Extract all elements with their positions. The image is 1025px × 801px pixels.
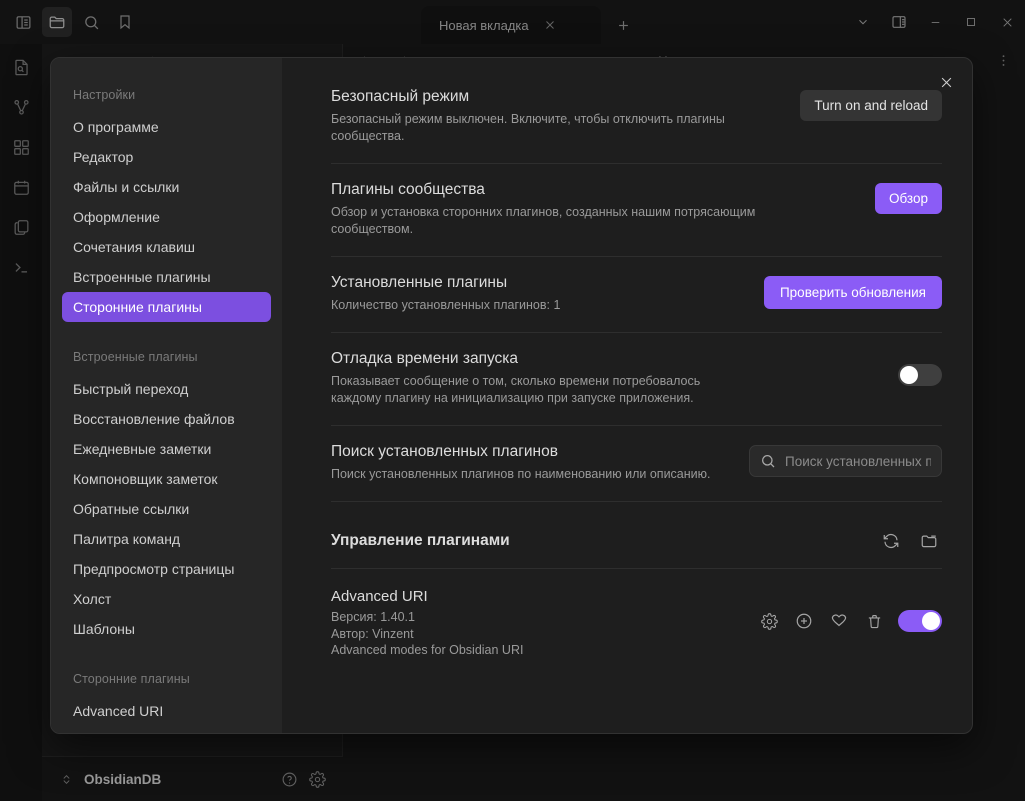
plugin-version: Версия: 1.40.1 — [331, 610, 415, 624]
settings-sidebar: Настройки О программе Редактор Файлы и с… — [51, 58, 282, 733]
open-folder-icon[interactable] — [916, 528, 942, 554]
toggle-knob — [922, 612, 940, 630]
sidebar-item-core-plugins[interactable]: Встроенные плагины — [62, 262, 271, 292]
plugin-enabled-toggle[interactable] — [898, 610, 942, 632]
sidebar-item-command-palette[interactable]: Палитра команд — [62, 524, 271, 554]
setting-search-installed: Поиск установленных плагинов Поиск устан… — [331, 426, 942, 502]
plugin-name: Advanced URI — [331, 588, 428, 605]
modal-close-icon[interactable] — [932, 68, 960, 96]
group-title: Встроенные плагины — [73, 350, 198, 364]
settings-group-core-plugins: Встроенные плагины Быстрый переход Восст… — [51, 322, 282, 644]
setting-name: Плагины сообщества — [331, 181, 485, 198]
settings-group-third-party: Сторонние плагины Advanced URI — [51, 644, 282, 726]
group-title: Сторонние плагины — [73, 672, 190, 686]
sidebar-item-page-preview[interactable]: Предпросмотр страницы — [62, 554, 271, 584]
sidebar-item-backlinks[interactable]: Обратные ссылки — [62, 494, 271, 524]
sidebar-item-appearance[interactable]: Оформление — [62, 202, 271, 232]
sidebar-item-file-recovery[interactable]: Восстановление файлов — [62, 404, 271, 434]
settings-modal: Настройки О программе Редактор Файлы и с… — [50, 57, 973, 734]
startup-debug-toggle[interactable] — [898, 364, 942, 386]
setting-description: Обзор и установка сторонних плагинов, со… — [331, 205, 756, 236]
gear-icon[interactable] — [758, 610, 780, 632]
group-title: Настройки — [73, 88, 136, 102]
section-title: Управление плагинами — [331, 532, 510, 549]
sidebar-item-files-links[interactable]: Файлы и ссылки — [62, 172, 271, 202]
sidebar-item-community-plugins[interactable]: Сторонние плагины — [62, 292, 271, 322]
sidebar-item-about[interactable]: О программе — [62, 112, 271, 142]
settings-content: Безопасный режим Безопасный режим выключ… — [282, 58, 972, 733]
sidebar-item-hotkeys[interactable]: Сочетания клавиш — [62, 232, 271, 262]
toggle-knob — [900, 366, 918, 384]
setting-description: Показывает сообщение о том, сколько врем… — [331, 374, 701, 405]
plugin-description: Advanced modes for Obsidian URI — [331, 643, 524, 657]
heart-icon[interactable] — [828, 610, 850, 632]
setting-name: Поиск установленных плагинов — [331, 443, 558, 460]
plugin-list-item: Advanced URI Версия: 1.40.1 Автор: Vinze… — [331, 569, 942, 659]
check-for-updates-button[interactable]: Проверить обновления — [763, 276, 942, 309]
refresh-icon[interactable] — [878, 528, 904, 554]
setting-description: Количество установленных плагинов: 1 — [331, 298, 561, 312]
search-icon — [762, 455, 775, 468]
sidebar-item-canvas[interactable]: Холст — [62, 584, 271, 614]
sidebar-item-daily-notes[interactable]: Ежедневные заметки — [62, 434, 271, 464]
setting-installed-plugins: Установленные плагины Количество установ… — [331, 257, 942, 333]
turn-on-and-reload-button[interactable]: Turn on and reload — [800, 90, 942, 121]
sidebar-item-note-composer[interactable]: Компоновщик заметок — [62, 464, 271, 494]
setting-safe-mode: Безопасный режим Безопасный режим выключ… — [331, 88, 942, 164]
setting-name: Установленные плагины — [331, 274, 508, 291]
plugin-author: Автор: Vinzent — [331, 626, 414, 641]
plugin-actions — [758, 588, 942, 632]
sidebar-item-advanced-uri[interactable]: Advanced URI — [62, 696, 271, 726]
plugin-management-header: Управление плагинами — [331, 502, 942, 569]
setting-startup-debug: Отладка времени запуска Показывает сообщ… — [331, 333, 942, 426]
setting-community-plugins: Плагины сообщества Обзор и установка сто… — [331, 164, 942, 257]
obsidian-window: Новая вкладка ObsidianDB Настройки О про… — [0, 0, 1025, 801]
sidebar-item-quick-switcher[interactable]: Быстрый переход — [62, 374, 271, 404]
search-installed-plugins-box[interactable] — [749, 445, 942, 477]
setting-description: Безопасный режим выключен. Включите, что… — [331, 112, 725, 143]
setting-description: Поиск установленных плагинов по наименов… — [331, 467, 711, 481]
trash-icon[interactable] — [863, 610, 885, 632]
setting-name: Безопасный режим — [331, 88, 470, 105]
sidebar-item-editor[interactable]: Редактор — [62, 142, 271, 172]
settings-group-general: Настройки О программе Редактор Файлы и с… — [51, 88, 282, 322]
plus-circle-icon[interactable] — [793, 610, 815, 632]
search-installed-plugins-input[interactable] — [785, 453, 931, 469]
setting-name: Отладка времени запуска — [331, 350, 519, 367]
sidebar-item-templates[interactable]: Шаблоны — [62, 614, 271, 644]
browse-button[interactable]: Обзор — [875, 183, 942, 214]
